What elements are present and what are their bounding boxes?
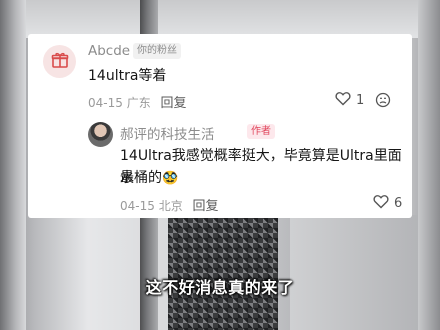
dislike-icon [375, 92, 391, 112]
background-plate [290, 215, 418, 330]
reply-button[interactable]: 回复 [161, 96, 187, 111]
avatar[interactable] [43, 45, 76, 78]
reply-like-button[interactable]: 6 [373, 194, 402, 213]
reply-location: 北京 [158, 199, 183, 213]
comment-location: 广东 [126, 96, 151, 110]
reply-text-line2: 水桶的🥸 [120, 170, 179, 186]
author-avatar[interactable] [88, 122, 113, 147]
reply-date: 04-15 [120, 199, 155, 213]
video-subtitle: 这不好消息真的来了 [145, 278, 295, 297]
gift-icon [51, 51, 69, 73]
like-count: 1 [356, 93, 365, 108]
author-badge: 作者 [247, 124, 275, 139]
reply-reply-button[interactable]: 回复 [193, 199, 219, 214]
comment-date: 04-15 [88, 96, 123, 110]
heart-icon [335, 91, 351, 110]
fan-badge: 你的粉丝 [133, 43, 181, 59]
background-frame [0, 0, 440, 38]
heart-icon [373, 194, 389, 213]
like-button[interactable]: 1 [335, 91, 364, 110]
comment-text: 14ultra等着 [88, 68, 167, 84]
reply-author-name[interactable]: 郝评的科技生活 [120, 123, 215, 143]
comment-card: Abcde 你的粉丝 14ultra等着 04-15 广东 回复 1 郝评的科技… [28, 34, 412, 218]
emoji-icon: 🥸 [162, 171, 179, 186]
comment-meta: 04-15 广东 回复 [88, 92, 187, 111]
dislike-button[interactable] [375, 92, 391, 112]
comment-username[interactable]: Abcde [88, 43, 130, 59]
reply-meta: 04-15 北京 回复 [120, 195, 219, 214]
reply-like-count: 6 [394, 196, 403, 211]
